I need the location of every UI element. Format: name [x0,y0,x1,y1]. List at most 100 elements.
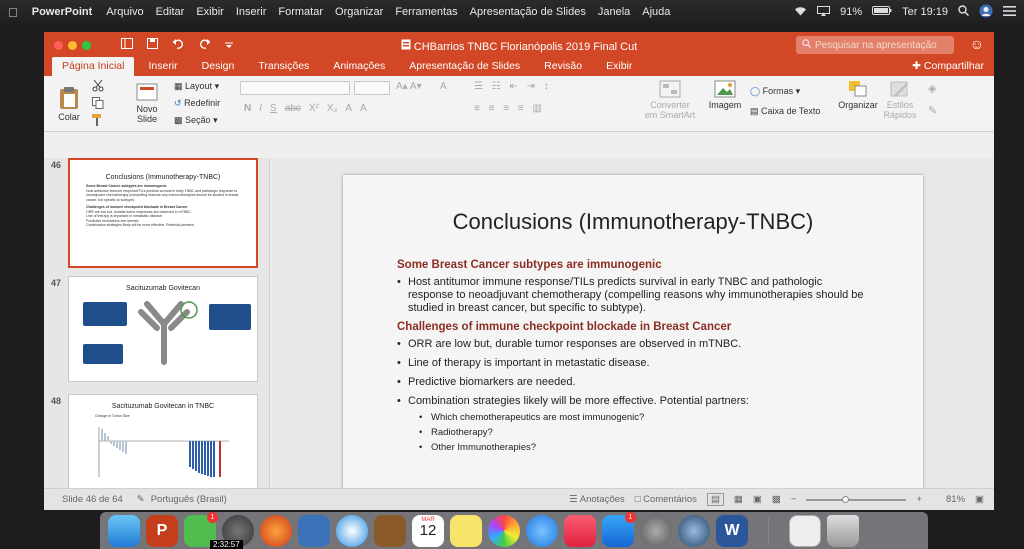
normal-view-icon[interactable]: ▤ [706,493,724,506]
copy-icon[interactable] [92,97,104,111]
sidebar-toggle-icon[interactable] [121,38,133,52]
clock[interactable]: Ter 19:19 [902,6,948,18]
highlight-icon[interactable]: A [360,103,367,114]
minimize-window-button[interactable] [68,40,77,50]
menu-editar[interactable]: Editar [156,6,185,18]
feedback-smiley-icon[interactable]: ☺ [970,36,984,52]
menu-formatar[interactable]: Formatar [278,6,323,18]
zoom-slider[interactable] [806,495,907,503]
tab-apresentacao[interactable]: Apresentação de Slides [399,57,530,76]
apple-menu-icon[interactable]:  [8,5,18,20]
finder-icon[interactable] [108,514,140,547]
battery-icon[interactable] [872,6,892,18]
reading-view-icon[interactable]: ▣ [753,494,762,505]
notification-center-icon[interactable] [1003,5,1016,19]
fill-bucket-icon[interactable]: ◈ [928,82,936,95]
new-slide-button[interactable]: Novo Slide [132,82,162,124]
menu-exibir[interactable]: Exibir [196,6,224,18]
zoom-out-button[interactable]: − [791,494,797,505]
tab-animacoes[interactable]: Animações [323,57,395,76]
fit-to-window-icon[interactable]: ▣ [975,494,984,505]
slide-body[interactable]: Some Breast Cancer subtypes are immunoge… [397,259,867,456]
airplay-icon[interactable] [817,5,831,19]
bold-button[interactable]: N [244,103,251,114]
menu-arquivo[interactable]: Arquivo [106,6,143,18]
wifi-icon[interactable] [794,6,807,19]
trash-icon[interactable] [827,514,859,547]
thumbnail-slide-47[interactable]: Sacituzumab Govitecan [68,276,258,382]
paragraph-align-icons[interactable]: ≡ ≡ ≡ ≡ ▥ [474,103,545,114]
preview-icon[interactable] [298,514,330,547]
reset-button[interactable]: ↺ Redefinir [174,95,220,112]
font-size-box[interactable] [354,81,390,97]
tab-pagina-inicial[interactable]: Página Inicial [52,57,135,76]
tab-inserir[interactable]: Inserir [138,57,187,76]
slide-thumbnails-pane[interactable]: 46 Conclusions (Immunotherapy-TNBC) Some… [44,158,270,488]
calendar-icon[interactable]: MAR 12 [412,514,444,547]
strikethrough-button[interactable]: abc [285,103,301,114]
slide-title[interactable]: Conclusions (Immunotherapy-TNBC) [343,209,923,235]
undo-icon[interactable] [172,38,186,52]
powerpoint-dock-icon[interactable]: P [146,514,178,547]
superscript-button[interactable]: X² [309,103,319,114]
close-window-button[interactable] [54,40,63,50]
language-indicator[interactable]: Português (Brasil) [151,494,227,505]
quick-styles-button[interactable]: Estilos Rápidos [882,80,918,120]
font-color-icon[interactable]: A [345,103,352,114]
tab-design[interactable]: Design [192,57,245,76]
image-button[interactable]: Imagem [708,80,742,110]
menu-organizar[interactable]: Organizar [335,6,383,18]
cut-icon[interactable] [92,79,104,94]
shapes-button[interactable]: ◯ Formas ▾ [750,81,820,101]
tab-exibir[interactable]: Exibir [596,57,642,76]
mojave-installer-icon[interactable] [678,514,710,547]
comments-button[interactable]: □ Comentários [635,494,697,505]
arrange-button[interactable]: Organizar [838,80,878,110]
system-preferences-icon[interactable] [640,514,672,547]
layout-button[interactable]: ▦ Layout ▾ [174,78,220,95]
menu-apresentacao[interactable]: Apresentação de Slides [470,6,586,18]
font-name-box[interactable] [240,81,350,97]
thumbnail-slide-46[interactable]: Conclusions (Immunotherapy-TNBC) Some Br… [68,158,258,268]
app-store-icon[interactable]: 1 [602,511,636,547]
share-button[interactable]: ✚ Compartilhar [912,60,984,72]
italic-button[interactable]: I [259,103,262,114]
zoom-slider-thumb[interactable] [842,495,850,503]
paragraph-list-icons[interactable]: ☰ ☷ ⇤ ⇥ ↕ [474,81,552,92]
photos-icon[interactable] [488,514,520,547]
zoom-in-button[interactable]: + [916,494,922,505]
menu-ajuda[interactable]: Ajuda [642,6,670,18]
search-box[interactable] [796,36,954,54]
underline-button[interactable]: S [270,103,277,114]
menu-janela[interactable]: Janela [598,6,630,18]
paste-button[interactable]: Colar [54,86,84,122]
pen-outline-icon[interactable]: ✎ [928,104,937,117]
tab-transicoes[interactable]: Transições [248,57,319,76]
user-avatar-icon[interactable] [979,4,993,21]
save-icon[interactable] [147,38,158,52]
menu-ferramentas[interactable]: Ferramentas [395,6,457,18]
customize-toolbar-icon[interactable] [225,38,233,52]
slideshow-icon[interactable]: ▩ [772,494,781,505]
zoom-window-button[interactable] [82,40,91,50]
format-painter-icon[interactable] [92,114,104,128]
font-grow-shrink-icon[interactable]: A▴ A▾ [396,81,422,92]
spellcheck-icon[interactable]: ✎ [137,494,145,505]
safari-icon[interactable] [336,514,368,547]
convert-smartart-button[interactable]: Converter em SmartArt [642,80,698,120]
search-input[interactable] [815,39,945,51]
textbox-button[interactable]: ▤ Caixa de Texto [750,101,820,121]
notes-button[interactable]: ☰ Anotações [569,494,625,505]
tab-revisao[interactable]: Revisão [534,57,592,76]
redo-icon[interactable] [200,38,211,52]
clear-format-icon[interactable]: A [440,81,447,92]
spotlight-icon[interactable] [958,5,970,19]
current-slide[interactable]: Conclusions (Immunotherapy-TNBC) Some Br… [343,175,923,500]
music-icon[interactable] [564,514,596,547]
menu-inserir[interactable]: Inserir [236,6,267,18]
zoom-level[interactable]: 81% [946,494,965,505]
notes-app-icon[interactable] [450,514,482,547]
word-dock-icon[interactable]: W [716,514,748,547]
messages-icon[interactable] [526,514,558,547]
firefox-icon[interactable] [260,514,292,547]
